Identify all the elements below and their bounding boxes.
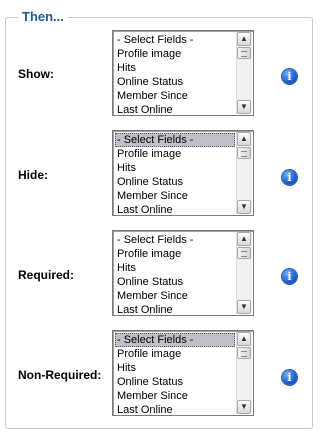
required-label: Required: <box>18 268 75 282</box>
list-option[interactable]: Hits <box>115 61 235 75</box>
non-required-label: Non-Required: <box>18 368 102 382</box>
option-list: - Select Fields - Profile image Hits Onl… <box>115 233 235 317</box>
info-icon[interactable]: i <box>282 69 297 84</box>
info-icon[interactable]: i <box>282 370 297 385</box>
scroll-down-arrow-icon[interactable]: ▼ <box>237 100 251 114</box>
section-legend: Then... <box>18 9 68 24</box>
info-icon[interactable]: i <box>282 170 297 185</box>
scroll-thumb[interactable] <box>237 47 251 59</box>
scroll-up-arrow-icon[interactable]: ▲ <box>237 232 251 246</box>
show-fields-listbox[interactable]: - Select Fields - Profile image Hits Onl… <box>112 30 254 116</box>
list-option[interactable]: Last Online <box>115 403 235 417</box>
scroll-up-arrow-icon[interactable]: ▲ <box>237 332 251 346</box>
list-option[interactable]: Member Since <box>115 389 235 403</box>
list-option[interactable]: Profile image <box>115 147 235 161</box>
info-icon[interactable]: i <box>282 269 297 284</box>
list-option-selected[interactable]: - Select Fields - <box>115 333 235 347</box>
scroll-up-arrow-icon[interactable]: ▲ <box>237 132 251 146</box>
vertical-scrollbar[interactable]: ▲ ▼ <box>236 232 252 314</box>
list-option[interactable]: Member Since <box>115 89 235 103</box>
list-option[interactable]: Last Online <box>115 103 235 117</box>
required-fields-listbox[interactable]: - Select Fields - Profile image Hits Onl… <box>112 230 254 316</box>
list-option[interactable]: Online Status <box>115 375 235 389</box>
row-non-required: Non-Required: - Select Fields - Profile … <box>0 330 319 418</box>
scroll-down-arrow-icon[interactable]: ▼ <box>237 300 251 314</box>
row-hide: Hide: - Select Fields - Profile image Hi… <box>0 130 319 218</box>
scroll-thumb[interactable] <box>237 247 251 259</box>
vertical-scrollbar[interactable]: ▲ ▼ <box>236 332 252 414</box>
list-option-selected[interactable]: - Select Fields - <box>115 133 235 147</box>
list-option[interactable]: Profile image <box>115 247 235 261</box>
show-label: Show: <box>18 67 54 81</box>
non-required-fields-listbox[interactable]: - Select Fields - Profile image Hits Onl… <box>112 330 254 416</box>
list-option[interactable]: Last Online <box>115 303 235 317</box>
list-option[interactable]: Profile image <box>115 47 235 61</box>
vertical-scrollbar[interactable]: ▲ ▼ <box>236 32 252 114</box>
list-option[interactable]: Member Since <box>115 289 235 303</box>
list-option[interactable]: - Select Fields - <box>115 33 235 47</box>
option-list: - Select Fields - Profile image Hits Onl… <box>115 133 235 217</box>
list-option[interactable]: Profile image <box>115 347 235 361</box>
row-show: Show: - Select Fields - Profile image Hi… <box>0 30 319 118</box>
row-required: Required: - Select Fields - Profile imag… <box>0 230 319 318</box>
list-option[interactable]: Online Status <box>115 175 235 189</box>
scroll-up-arrow-icon[interactable]: ▲ <box>237 32 251 46</box>
scroll-thumb[interactable] <box>237 147 251 159</box>
scroll-down-arrow-icon[interactable]: ▼ <box>237 200 251 214</box>
list-option[interactable]: Hits <box>115 361 235 375</box>
option-list: - Select Fields - Profile image Hits Onl… <box>115 33 235 117</box>
hide-label: Hide: <box>18 168 48 182</box>
list-option[interactable]: Last Online <box>115 203 235 217</box>
option-list: - Select Fields - Profile image Hits Onl… <box>115 333 235 417</box>
list-option[interactable]: - Select Fields - <box>115 233 235 247</box>
list-option[interactable]: Hits <box>115 261 235 275</box>
list-option[interactable]: Member Since <box>115 189 235 203</box>
vertical-scrollbar[interactable]: ▲ ▼ <box>236 132 252 214</box>
list-option[interactable]: Online Status <box>115 275 235 289</box>
scroll-thumb[interactable] <box>237 347 251 359</box>
list-option[interactable]: Hits <box>115 161 235 175</box>
hide-fields-listbox[interactable]: - Select Fields - Profile image Hits Onl… <box>112 130 254 216</box>
scroll-down-arrow-icon[interactable]: ▼ <box>237 400 251 414</box>
list-option[interactable]: Online Status <box>115 75 235 89</box>
